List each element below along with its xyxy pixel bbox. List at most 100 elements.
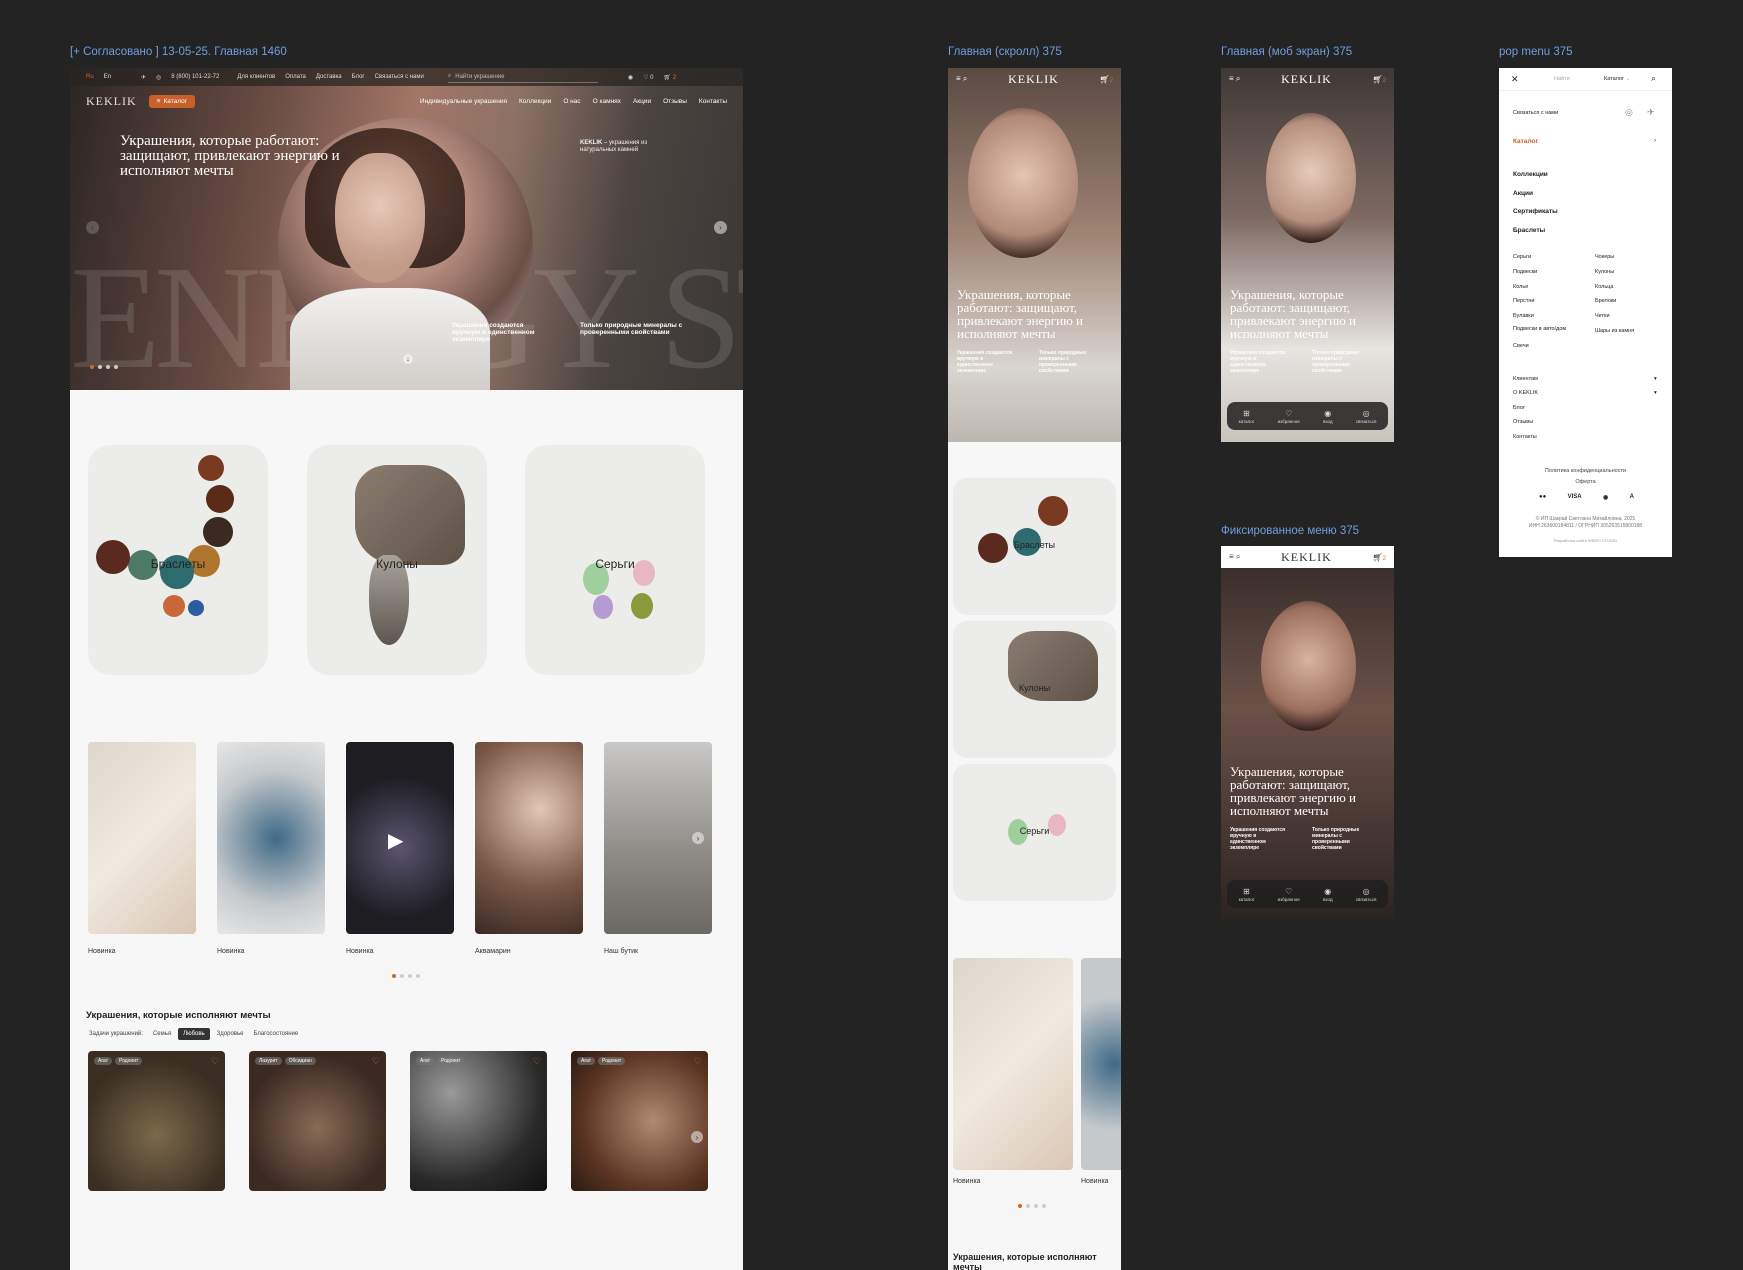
menu-sub-item[interactable]: Свечи [1513,343,1529,349]
filter-love[interactable]: Любовь [178,1028,210,1040]
story-card[interactable] [475,742,583,934]
menu-extra-contacts[interactable]: Контакты [1513,434,1537,440]
menu-catalog-select[interactable]: Каталог ⌄ [1604,76,1630,82]
bar-favorites[interactable]: ♡ избранное [1278,887,1300,902]
stories-dot[interactable] [392,974,396,978]
menu-item-certificates[interactable]: Сертификаты [1513,208,1558,215]
cart-icon[interactable]: 🛒︎2 [1373,75,1387,84]
menu-sub-item[interactable]: Колье [1513,284,1528,290]
hero-dot[interactable] [106,365,110,369]
mobile-category-bracelets[interactable]: Браслеты [953,478,1116,615]
bar-catalog[interactable]: ⊞ каталог [1239,887,1255,902]
product-card[interactable]: Лазурит Обсидиан ♡ [249,1051,386,1191]
lang-en[interactable]: En [104,74,111,80]
story-card[interactable]: ▶ [346,742,454,934]
burger-icon[interactable]: ≡ ⌕ [1229,552,1240,562]
lang-ru[interactable]: Ru [86,74,94,80]
menu-search-input[interactable]: Найти [1554,76,1570,82]
menu-sub-item[interactable]: Булавки [1513,313,1534,319]
menu-extra-clients[interactable]: Клиентам [1513,376,1538,382]
topbar-link-blog[interactable]: Блог [352,74,365,80]
stories-dot[interactable] [416,974,420,978]
chevron-down-icon[interactable]: ▾ [1654,390,1657,396]
whatsapp-icon[interactable]: ◎ [156,74,161,81]
menu-extra-reviews[interactable]: Отзывы [1513,419,1533,425]
bar-contact[interactable]: ◎ связаться [1356,409,1377,424]
category-card-earrings[interactable]: Серьги [525,445,705,675]
catalog-button[interactable]: ≡ Каталог [148,94,196,108]
filter-health[interactable]: Здоровье [214,1028,247,1040]
menu-sub-item[interactable]: Шары из камня [1595,328,1634,334]
menu-sub-item[interactable]: Брелоки [1595,298,1616,304]
nav-item-about[interactable]: О нас [563,98,580,105]
menu-sub-item[interactable]: Четки [1595,313,1610,319]
nav-item-stones[interactable]: О камнях [593,98,621,105]
mobile-category-pendants[interactable]: Кулоны [953,621,1116,758]
stories-pagination[interactable] [392,974,420,978]
topbar-link-delivery[interactable]: Доставка [316,74,342,80]
topbar-link-clients[interactable]: Для клиентов [237,74,275,80]
stories-dot[interactable] [400,974,404,978]
heart-icon[interactable]: ♡ [372,1056,380,1067]
telegram-icon[interactable]: ✈ [1647,107,1655,118]
mobile-logo[interactable]: KEKLIK [1281,72,1332,87]
story-card[interactable] [1081,958,1121,1170]
menu-catalog-item[interactable]: Каталог [1513,138,1538,145]
mobile-logo[interactable]: KEKLIK [1008,72,1059,87]
products-next-arrow-icon[interactable]: › [691,1131,703,1143]
nav-item-custom[interactable]: Индивидуальные украшения [420,98,507,105]
bar-favorites[interactable]: ♡ избранное [1278,409,1300,424]
burger-icon[interactable]: ≡ ⌕ [1229,74,1240,84]
product-card[interactable]: Агат Родонит ♡ [410,1051,547,1191]
menu-extra-about[interactable]: О KEKLIK [1513,390,1538,396]
menu-sub-item[interactable]: Подвески в авто/дом [1513,326,1573,332]
stories-dot[interactable] [408,974,412,978]
heart-icon[interactable]: ♡ [533,1056,541,1067]
menu-item-bracelets[interactable]: Браслеты [1513,227,1545,234]
search-icon[interactable]: ⌕ [1651,73,1656,84]
bar-contact[interactable]: ◎ связаться [1356,887,1377,902]
offer-link[interactable]: Оферта [1499,479,1672,485]
nav-item-sales[interactable]: Акции [633,98,651,105]
story-card[interactable] [88,742,196,934]
privacy-link[interactable]: Политика конфиденциальности [1499,468,1672,474]
nav-item-collections[interactable]: Коллекции [519,98,551,105]
topbar-link-payment[interactable]: Оплата [285,74,306,80]
chevron-down-icon[interactable]: ▾ [1654,376,1657,382]
menu-sub-item[interactable]: Кулоны [1595,269,1614,275]
stories-pagination[interactable] [1018,1204,1046,1208]
menu-item-collections[interactable]: Коллекции [1513,171,1548,178]
hero-dot[interactable] [114,365,118,369]
cart-icon[interactable]: 🛒︎ 2 [664,74,677,81]
menu-sub-item[interactable]: Чокеры [1595,254,1614,260]
menu-item-sales[interactable]: Акции [1513,190,1533,197]
logo[interactable]: KEKLIK [86,94,137,109]
mobile-category-earrings[interactable]: Серьги [953,764,1116,901]
category-card-pendants[interactable]: Кулоны [307,445,487,675]
filter-family[interactable]: Семья [150,1028,174,1040]
cart-icon[interactable]: 🛒︎2 [1100,75,1114,84]
menu-sub-item[interactable]: Кольца [1595,284,1613,290]
hero-dot[interactable] [90,365,94,369]
stories-dot[interactable] [1026,1204,1030,1208]
bar-catalog[interactable]: ⊞ каталог [1239,409,1255,424]
nav-item-contacts[interactable]: Контакты [699,98,727,105]
account-icon[interactable]: ◉ [628,74,633,81]
favorites-icon[interactable]: ♡ 0 [643,74,653,81]
story-card[interactable] [953,958,1073,1170]
story-card[interactable]: › [604,742,712,934]
stories-dot[interactable] [1018,1204,1022,1208]
topbar-link-contact[interactable]: Связаться с нами [375,74,424,80]
category-card-bracelets[interactable]: Браслеты [88,445,268,675]
hero-next-arrow-icon[interactable]: › [714,221,727,234]
menu-extra-blog[interactable]: Блог [1513,405,1525,411]
product-card[interactable]: Агат Родонит ♡ [88,1051,225,1191]
heart-icon[interactable]: ♡ [694,1056,702,1067]
product-card[interactable]: Агат Родонит ♡ › [571,1051,708,1191]
bar-login[interactable]: ◉ вход [1323,409,1333,424]
menu-sub-item[interactable]: Перстни [1513,298,1534,304]
hero-pagination[interactable] [90,365,118,369]
close-icon[interactable]: ✕ [1511,74,1519,85]
mobile-logo[interactable]: KEKLIK [1281,550,1332,565]
story-card[interactable] [217,742,325,934]
